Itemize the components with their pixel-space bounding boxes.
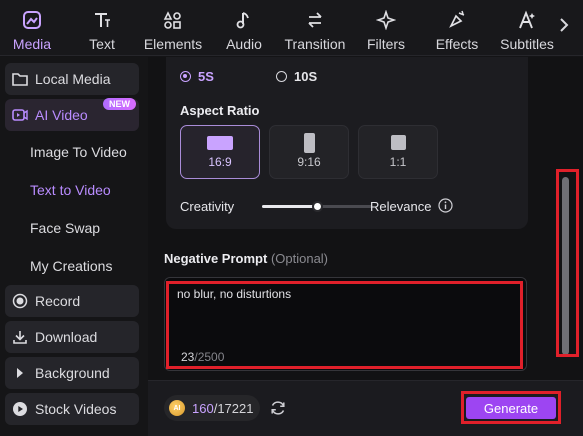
slider-track[interactable]: [262, 201, 372, 212]
aspect-ratio-title: Aspect Ratio: [180, 103, 260, 118]
sidebar: Local Media AI Video NEW Image To Video …: [0, 57, 148, 436]
effects-icon: [445, 8, 469, 32]
tab-subtitles-label: Subtitles: [500, 36, 554, 52]
aspect-option-label: 1:1: [389, 155, 407, 169]
slider-thumb[interactable]: [311, 201, 323, 212]
tab-audio[interactable]: Audio: [225, 0, 263, 56]
generate-button[interactable]: Generate: [466, 397, 556, 419]
aspect-1-1-option[interactable]: 1:1: [358, 125, 438, 179]
negative-prompt-text: no blur, no disturtions: [177, 287, 292, 301]
tab-media-label: Media: [12, 36, 52, 52]
tab-effects[interactable]: Effects: [435, 0, 479, 56]
text-icon: [90, 8, 114, 32]
negative-prompt-input[interactable]: no blur, no disturtions 23/2500: [164, 277, 527, 371]
aspect-option-label: 16:9: [208, 155, 232, 169]
portrait-ratio-icon: [303, 133, 315, 153]
optional-label: (Optional): [270, 251, 329, 266]
duration-10s-label: 10S: [294, 69, 318, 84]
main-panel: 5S 10S Aspect Ratio 16:9 9:16 1:1 Creati…: [148, 57, 552, 380]
radio-unselected-icon: [276, 71, 287, 82]
negative-prompt-title: Negative Prompt (Optional): [164, 251, 328, 266]
character-count-current: 23: [181, 350, 195, 364]
play-circle-icon: [11, 400, 29, 418]
caret-right-icon: [11, 364, 29, 382]
sidebar-item-label: Face Swap: [30, 220, 101, 236]
audio-icon: [232, 8, 256, 32]
sidebar-item-face-swap[interactable]: Face Swap: [5, 212, 139, 244]
tab-text-label: Text: [89, 36, 115, 52]
duration-10s-radio[interactable]: 10S: [276, 69, 317, 84]
sidebar-item-image-to-video[interactable]: Image To Video: [5, 136, 139, 168]
filters-icon: [374, 8, 398, 32]
aspect-9-16-option[interactable]: 9:16: [269, 125, 349, 179]
tab-effects-label: Effects: [435, 36, 479, 52]
negative-prompt-label: Negative Prompt: [164, 251, 268, 266]
sidebar-item-label: Text to Video: [30, 182, 111, 198]
tab-transition-label: Transition: [284, 36, 346, 52]
record-icon: [11, 292, 29, 310]
tab-text[interactable]: Text: [86, 0, 118, 56]
duration-5s-radio[interactable]: 5S: [180, 69, 214, 84]
aspect-16-9-option[interactable]: 16:9: [180, 125, 260, 179]
square-ratio-icon: [390, 135, 406, 150]
character-count: 23/2500: [181, 350, 224, 364]
tab-audio-label: Audio: [226, 36, 262, 52]
creativity-label: Creativity: [180, 199, 235, 214]
sidebar-item-record[interactable]: Record: [5, 285, 139, 317]
subtitles-icon: [515, 8, 539, 32]
credits-current: 160: [192, 400, 214, 416]
ai-coin-icon: AI: [169, 400, 185, 416]
ai-video-icon: [11, 106, 29, 124]
relevance-label: Relevance: [370, 199, 432, 214]
tab-subtitles[interactable]: Subtitles: [500, 0, 554, 56]
sidebar-item-label: Image To Video: [30, 144, 127, 160]
download-icon: [11, 328, 29, 346]
tab-transition[interactable]: Transition: [284, 0, 346, 56]
scrollbar-thumb[interactable]: [562, 177, 569, 355]
sidebar-item-ai-video[interactable]: AI Video NEW: [5, 98, 139, 131]
radio-selected-icon: [180, 71, 191, 82]
tab-media[interactable]: Media: [10, 0, 54, 56]
slider-fill: [262, 205, 317, 208]
tab-elements-label: Elements: [143, 36, 203, 52]
sidebar-item-label: Local Media: [35, 71, 111, 87]
sidebar-item-label: Download: [35, 329, 98, 345]
duration-5s-label: 5S: [198, 69, 214, 84]
tab-filters[interactable]: Filters: [367, 0, 405, 56]
sidebar-item-label: AI Video: [35, 107, 88, 123]
sidebar-item-download[interactable]: Download: [5, 321, 139, 353]
footer-bar: AI 160/17221 Generate: [148, 380, 583, 436]
credits-counter: AI 160/17221: [164, 395, 260, 421]
top-toolbar: Media Text Elements Audio Transition Fil…: [0, 0, 583, 56]
tab-filters-label: Filters: [366, 36, 406, 52]
transition-icon: [303, 8, 327, 32]
sidebar-item-my-creations[interactable]: My Creations: [5, 250, 139, 282]
landscape-ratio-icon: [207, 136, 233, 150]
character-count-max: /2500: [194, 350, 225, 364]
sidebar-item-background[interactable]: Background: [5, 357, 139, 389]
chevron-right-icon[interactable]: [557, 14, 571, 36]
settings-card: 5S 10S Aspect Ratio 16:9 9:16 1:1 Creati…: [166, 57, 528, 229]
sidebar-item-label: My Creations: [30, 258, 113, 274]
aspect-option-label: 9:16: [297, 155, 321, 169]
sidebar-item-label: Record: [35, 293, 81, 309]
info-icon[interactable]: [438, 198, 453, 213]
sidebar-item-label: Background: [35, 365, 110, 381]
new-badge: NEW: [103, 98, 136, 110]
sidebar-item-local-media[interactable]: Local Media: [5, 63, 139, 95]
refresh-icon[interactable]: [269, 399, 287, 417]
sidebar-item-label: Stock Videos: [35, 401, 117, 417]
credits-total: /17221: [213, 400, 254, 416]
sidebar-item-text-to-video[interactable]: Text to Video: [5, 174, 139, 206]
tab-elements[interactable]: Elements: [144, 0, 202, 56]
sidebar-item-stock-videos[interactable]: Stock Videos: [5, 393, 139, 425]
elements-icon: [161, 8, 185, 32]
creativity-relevance-slider: Creativity Relevance: [180, 197, 520, 215]
folder-icon: [11, 70, 29, 88]
media-icon: [20, 8, 44, 32]
